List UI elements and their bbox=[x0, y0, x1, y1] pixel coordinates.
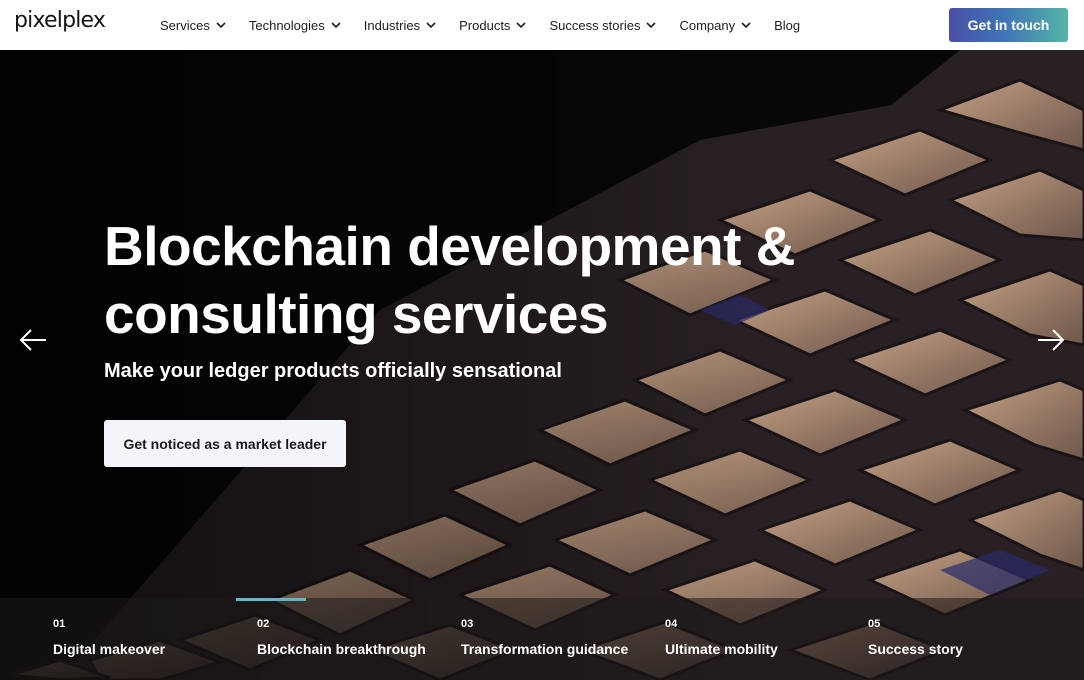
get-in-touch-button[interactable]: Get in touch bbox=[949, 8, 1068, 42]
chevron-down-icon bbox=[741, 22, 751, 29]
menu-item-label: Products bbox=[459, 17, 511, 33]
top-navigation: pixelplex Services Technologies Industri… bbox=[0, 0, 1084, 50]
slide-label: Transformation guidance bbox=[461, 641, 629, 657]
slide-label: Digital makeover bbox=[53, 641, 166, 657]
menu-item-label: Success stories bbox=[549, 17, 641, 33]
menu-item-label: Blog bbox=[774, 17, 801, 33]
slide-tab-1[interactable]: 01 Digital makeover bbox=[53, 618, 165, 657]
menu-item-technologies[interactable]: Technologies bbox=[249, 18, 342, 33]
menu-item-company[interactable]: Company bbox=[679, 18, 752, 33]
menu-item-success-stories[interactable]: Success stories bbox=[549, 18, 657, 33]
hero-title-line-2: consulting services bbox=[104, 283, 609, 345]
menu-item-label: Company bbox=[679, 17, 736, 33]
slide-number: 01 bbox=[53, 618, 66, 630]
slide-tab-3[interactable]: 03 Transformation guidance bbox=[461, 618, 628, 657]
slide-tab-2[interactable]: 02 Blockchain breakthrough bbox=[257, 618, 426, 657]
main-menu: Services Technologies Industries Product… bbox=[160, 0, 822, 50]
hero-banner: Blockchain development & consulting serv… bbox=[0, 50, 1084, 680]
slide-navigation: 01 Digital makeover 02 Blockchain breakt… bbox=[0, 598, 1084, 680]
arrow-right-icon[interactable] bbox=[1036, 326, 1066, 354]
arrow-left-icon[interactable] bbox=[18, 326, 48, 354]
hero-title: Blockchain development & consulting serv… bbox=[104, 212, 864, 348]
menu-item-industries[interactable]: Industries bbox=[364, 18, 437, 33]
slide-number: 02 bbox=[257, 618, 270, 630]
chevron-down-icon bbox=[216, 22, 226, 29]
hero-title-line-1: Blockchain development & bbox=[104, 215, 795, 277]
pixelplex-logo[interactable]: pixelplex bbox=[14, 8, 106, 33]
menu-item-blog[interactable]: Blog bbox=[774, 18, 800, 33]
menu-item-label: Technologies bbox=[248, 17, 325, 33]
market-leader-button[interactable]: Get noticed as a market leader bbox=[104, 420, 346, 467]
slide-tab-5[interactable]: 05 Success story bbox=[868, 618, 963, 657]
chevron-down-icon bbox=[331, 22, 341, 29]
hero-subtitle: Make your ledger products officially sen… bbox=[104, 360, 562, 382]
slide-tab-4[interactable]: 04 Ultimate mobility bbox=[665, 618, 778, 657]
menu-item-label: Industries bbox=[363, 17, 421, 33]
active-slide-indicator bbox=[236, 598, 306, 601]
menu-item-products[interactable]: Products bbox=[459, 18, 527, 33]
slide-number: 04 bbox=[665, 618, 678, 630]
menu-item-label: Services bbox=[160, 17, 210, 33]
slide-label: Success story bbox=[868, 641, 963, 657]
chevron-down-icon bbox=[516, 22, 527, 29]
slide-number: 05 bbox=[868, 618, 881, 630]
menu-item-services[interactable]: Services bbox=[160, 18, 227, 33]
chevron-down-icon bbox=[426, 22, 436, 29]
slide-label: Ultimate mobility bbox=[665, 641, 778, 657]
slide-number: 03 bbox=[461, 618, 474, 630]
chevron-down-icon bbox=[646, 22, 657, 29]
slide-label: Blockchain breakthrough bbox=[257, 641, 426, 657]
